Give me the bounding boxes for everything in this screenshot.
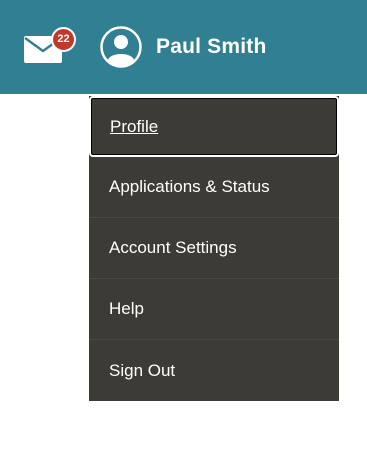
menu-item-profile[interactable]: Profile: [89, 96, 339, 157]
menu-item-applications-status[interactable]: Applications & Status: [89, 157, 339, 218]
user-dropdown-menu: Profile Applications & Status Account Se…: [89, 96, 339, 401]
messages-button[interactable]: 22: [22, 27, 76, 66]
unread-count-badge: 22: [51, 27, 76, 52]
menu-item-label: Help: [109, 299, 144, 318]
menu-item-label: Sign Out: [109, 360, 176, 380]
user-menu-button[interactable]: Paul Smith: [100, 25, 267, 69]
menu-item-sign-out[interactable]: Sign Out: [89, 340, 339, 401]
user-name: Paul Smith: [156, 35, 267, 58]
menu-item-account-settings[interactable]: Account Settings: [89, 218, 339, 279]
menu-item-help[interactable]: Help: [89, 279, 339, 340]
menu-item-label: Applications & Status: [109, 177, 270, 196]
top-header: 22 Paul Smith: [0, 0, 367, 94]
menu-item-label: Profile: [110, 116, 159, 136]
menu-item-label: Account Settings: [109, 238, 237, 257]
user-avatar-icon: [100, 26, 142, 68]
